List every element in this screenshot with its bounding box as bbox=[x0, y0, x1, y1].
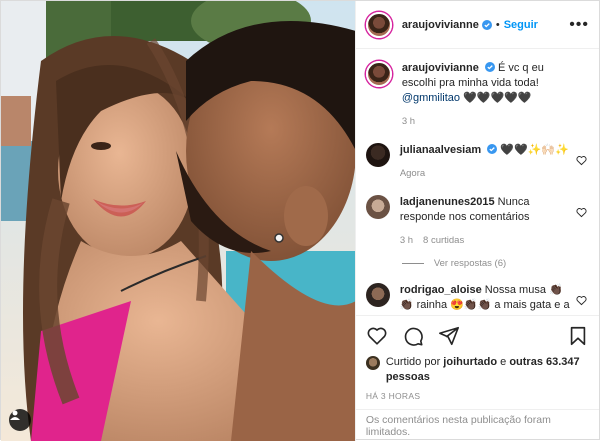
caption: araujovivianne É vc q eu escolhi pra min… bbox=[365, 61, 589, 129]
comments-limited-notice: Os comentários nesta publicação foram li… bbox=[355, 409, 599, 441]
comment-bubble-icon[interactable] bbox=[402, 325, 424, 347]
verified-badge-icon bbox=[481, 19, 492, 30]
action-bar bbox=[355, 315, 599, 355]
caption-username[interactable]: araujovivianne bbox=[402, 62, 479, 74]
save-bookmark-icon[interactable] bbox=[567, 325, 589, 347]
comments-list[interactable]: araujovivianne É vc q eu escolhi pra min… bbox=[356, 49, 599, 315]
tagged-users-button[interactable] bbox=[9, 409, 31, 431]
post-timestamp[interactable]: HÁ 3 HORAS bbox=[356, 385, 599, 409]
comment-username[interactable]: ladjanenunes2015 bbox=[400, 196, 495, 208]
caption-time: 3 h bbox=[401, 116, 416, 127]
liker-avatar[interactable] bbox=[365, 356, 380, 370]
view-replies-label: Ver respostas (6) bbox=[433, 258, 507, 269]
like-heart-icon[interactable] bbox=[366, 325, 388, 347]
caption-mention[interactable]: @gmmilitao bbox=[402, 92, 460, 104]
likes-summary: Curtido por joihurtado e outras 63.347 p… bbox=[356, 355, 599, 385]
comment-avatar[interactable] bbox=[365, 143, 390, 167]
header-separator: • bbox=[495, 18, 500, 31]
comment-text: 🖤🖤✨🙌🏻✨ bbox=[500, 144, 569, 156]
post-header: araujovivianne • Seguir ••• bbox=[355, 1, 599, 49]
verified-badge-icon bbox=[487, 144, 498, 154]
like-comment-heart-icon[interactable] bbox=[576, 207, 587, 218]
comment-row: julianaalvesiam 🖤🖤✨🙌🏻✨ Agora bbox=[365, 143, 589, 181]
comment-row: ladjanenunes2015 Nunca responde nos come… bbox=[365, 195, 589, 248]
comment-time: Agora bbox=[399, 168, 426, 179]
follow-button[interactable]: Seguir bbox=[504, 19, 538, 31]
liker-username[interactable]: joihurtado bbox=[443, 356, 497, 368]
comment-username[interactable]: julianaalvesiam bbox=[400, 144, 481, 156]
user-tag-icon bbox=[10, 410, 20, 420]
comment-likes-count[interactable]: 8 curtidas bbox=[423, 233, 464, 248]
caption-emoji: 🖤🖤🖤🖤🖤 bbox=[463, 92, 532, 104]
caption-avatar[interactable] bbox=[365, 61, 392, 87]
author-username[interactable]: araujovivianne bbox=[402, 19, 479, 31]
likes-connector: e bbox=[500, 356, 507, 368]
comment-row: rodrigao_aloise Nossa musa 👏🏿👏🏿 rainha 😍… bbox=[365, 283, 589, 313]
photo-illustration bbox=[1, 1, 355, 441]
more-options-button[interactable]: ••• bbox=[569, 16, 589, 34]
replies-divider bbox=[401, 263, 424, 264]
like-comment-heart-icon[interactable] bbox=[576, 155, 587, 166]
share-paper-plane-icon[interactable] bbox=[438, 325, 460, 347]
view-replies-button[interactable]: Ver respostas (6) bbox=[401, 258, 589, 269]
instagram-post: araujovivianne • Seguir ••• araujovivian… bbox=[0, 0, 600, 441]
comment-username[interactable]: rodrigao_aloise bbox=[400, 284, 482, 296]
post-sidebar: araujovivianne • Seguir ••• araujovivian… bbox=[354, 1, 599, 441]
like-comment-heart-icon[interactable] bbox=[576, 295, 587, 306]
author-avatar[interactable] bbox=[365, 11, 392, 38]
comment-time: 3 h bbox=[399, 235, 414, 246]
verified-badge-icon bbox=[484, 62, 495, 72]
likes-prefix: Curtido por bbox=[385, 356, 441, 368]
comment-avatar[interactable] bbox=[365, 195, 390, 219]
post-photo[interactable] bbox=[1, 1, 355, 441]
comment-avatar[interactable] bbox=[365, 283, 390, 307]
